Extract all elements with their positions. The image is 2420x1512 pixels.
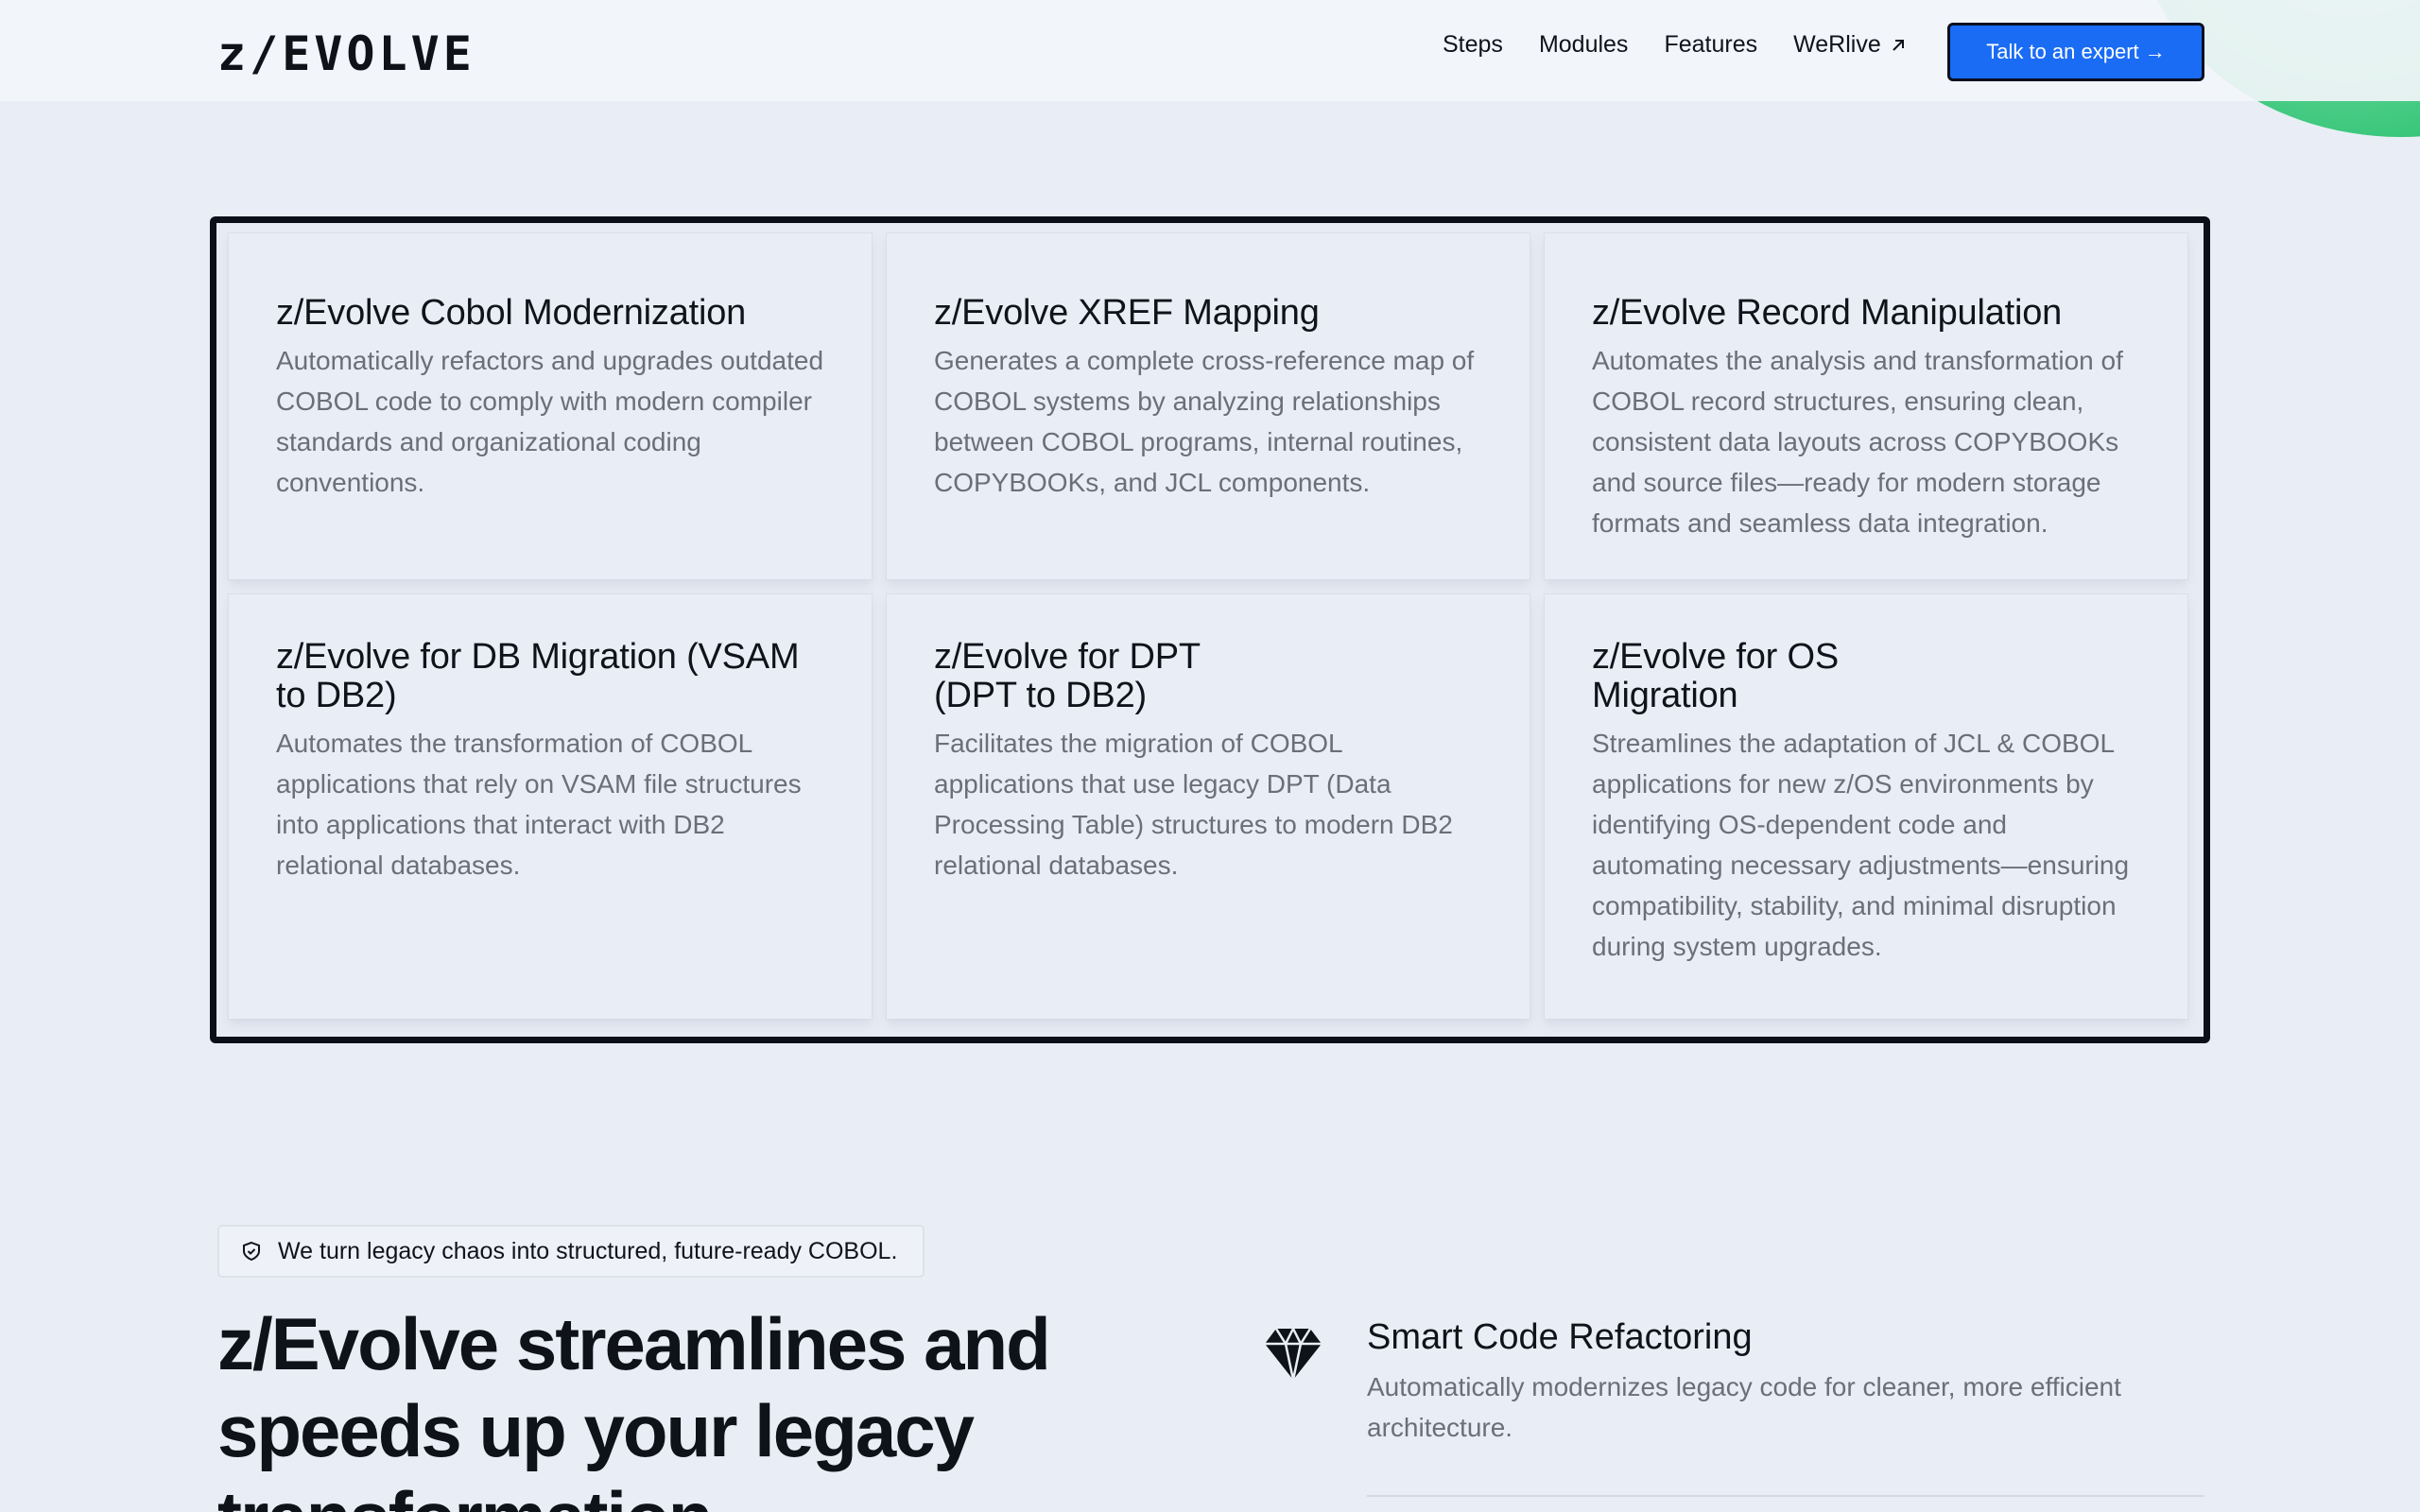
nav-werlive-label: WeRlive — [1793, 31, 1881, 58]
page: z/EVOLVE Steps Modules Features WeRlive … — [0, 0, 2420, 1512]
section-headline: z/Evolve streamlines and speeds up your … — [217, 1302, 1051, 1512]
external-arrow-icon — [1893, 39, 1904, 51]
module-description: Generates a complete cross-reference map… — [934, 346, 1475, 497]
diamond-icon — [1265, 1326, 1322, 1381]
nav-features[interactable]: Features — [1664, 31, 1757, 59]
module-title: z/Evolve for OS Migration — [1592, 637, 1839, 715]
module-card-db-migration: z/Evolve for DB Migration (VSAM to DB2) … — [229, 594, 872, 1019]
tagline-badge: We turn legacy chaos into structured, fu… — [217, 1225, 925, 1278]
module-card-xref-mapping: z/Evolve XREF Mapping Generates a comple… — [887, 233, 1530, 579]
nav-steps[interactable]: Steps — [1443, 31, 1503, 59]
module-card-dpt: z/Evolve for DPT (DPT to DB2) Facilitate… — [887, 594, 1530, 1019]
module-description: Automates the transformation of COBOL ap… — [276, 729, 802, 880]
nav-modules[interactable]: Modules — [1539, 31, 1629, 59]
talk-to-expert-button[interactable]: Talk to an expert → — [1947, 23, 2204, 81]
site-header: z/EVOLVE Steps Modules Features WeRlive … — [0, 0, 2420, 101]
module-title: z/Evolve Record Manipulation — [1592, 293, 2063, 333]
shield-icon — [243, 1241, 260, 1262]
module-description: Facilitates the migration of COBOL appli… — [934, 729, 1453, 880]
divider — [1367, 1495, 2204, 1497]
module-card-os-migration: z/Evolve for OS Migration Streamlines th… — [1545, 594, 2187, 1019]
module-card-cobol-modernization: z/Evolve Cobol Modernization Automatical… — [229, 233, 872, 579]
module-description: Automates the analysis and transformatio… — [1592, 346, 2123, 538]
main-nav: Steps Modules Features WeRlive — [1443, 31, 1908, 59]
module-description: Streamlines the adaptation of JCL & COBO… — [1592, 729, 2130, 961]
logo[interactable]: z/EVOLVE — [217, 26, 475, 81]
feature-description: Automatically modernizes legacy code for… — [1367, 1372, 2121, 1442]
nav-werlive[interactable]: WeRlive — [1793, 31, 1908, 59]
module-title: z/Evolve Cobol Modernization — [276, 293, 747, 333]
module-title: z/Evolve for DPT (DPT to DB2) — [934, 637, 1201, 715]
module-description: Automatically refactors and upgrades out… — [276, 346, 824, 497]
module-title: z/Evolve for DB Migration (VSAM to DB2) — [276, 637, 800, 715]
modules-grid: z/Evolve Cobol Modernization Automatical… — [210, 216, 2210, 1043]
tagline-text: We turn legacy chaos into structured, fu… — [278, 1237, 898, 1264]
module-title: z/Evolve XREF Mapping — [934, 293, 1320, 333]
module-card-record-manipulation: z/Evolve Record Manipulation Automates t… — [1545, 233, 2187, 579]
feature-title: Smart Code Refactoring — [1367, 1317, 1753, 1357]
